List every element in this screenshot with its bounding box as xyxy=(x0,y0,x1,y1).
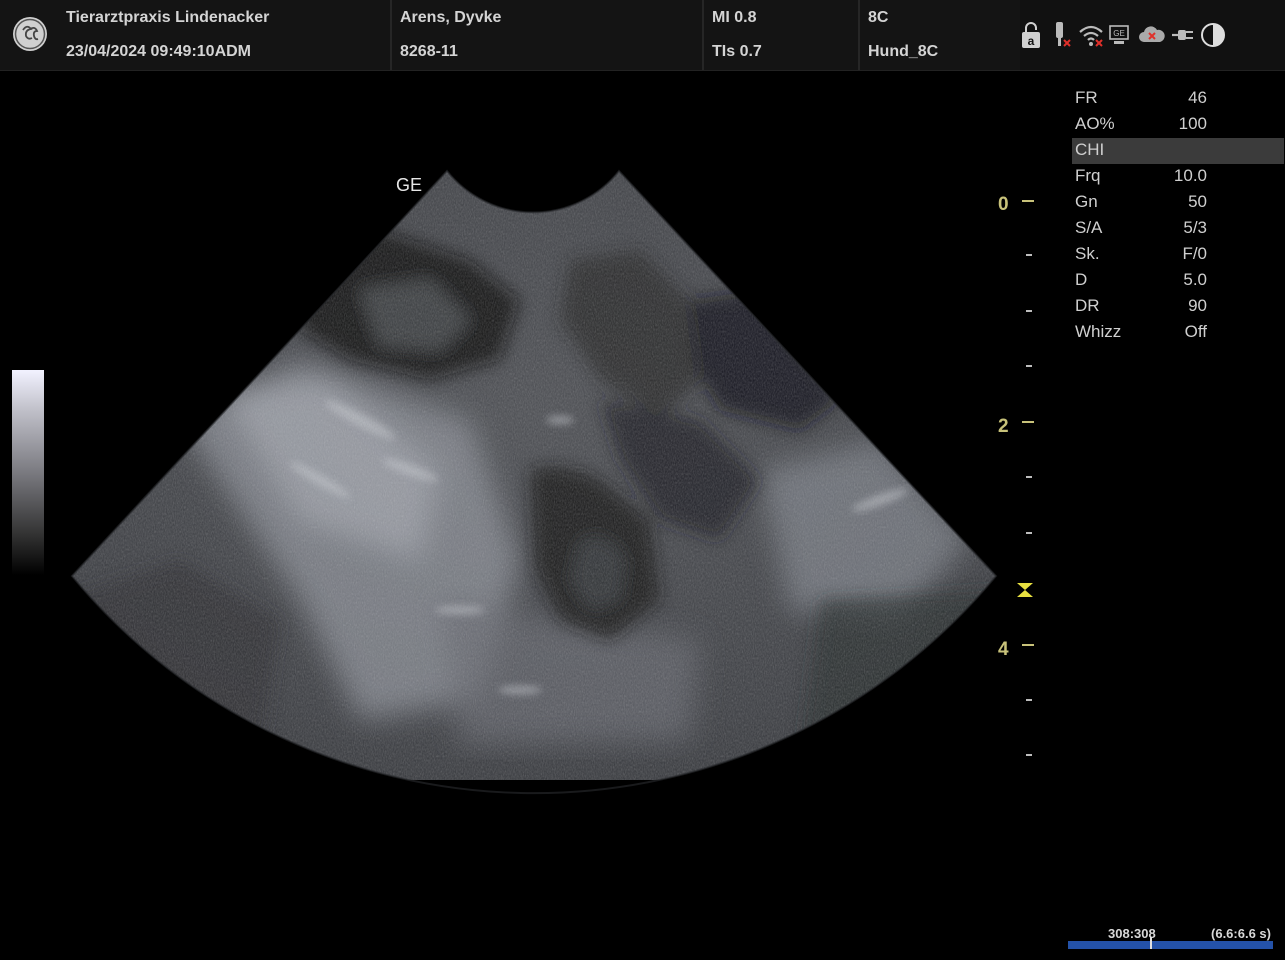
focus-marker-icon[interactable] xyxy=(1016,582,1034,598)
grayscale-bar xyxy=(12,370,44,575)
depth-tick xyxy=(1022,421,1034,423)
depth-tick xyxy=(1026,754,1032,756)
param-sa: S/A 5/3 xyxy=(1072,216,1284,242)
param-value: 46 xyxy=(1188,88,1207,107)
depth-tick xyxy=(1026,532,1032,534)
param-d: D 5.0 xyxy=(1072,268,1284,294)
cine-position-marker[interactable] xyxy=(1150,937,1152,949)
param-value: 50 xyxy=(1188,192,1207,211)
lock-icon[interactable]: a xyxy=(1020,20,1042,50)
param-value: 5/3 xyxy=(1183,218,1207,237)
preset-name: Hund_8C xyxy=(868,43,939,60)
param-key: DR xyxy=(1075,296,1100,315)
param-frq: Frq 10.0 xyxy=(1072,164,1284,190)
param-sk: Sk. F/0 xyxy=(1072,242,1284,268)
ge-logo-icon xyxy=(13,17,47,51)
patient-id: 8268-11 xyxy=(400,43,458,60)
param-value: 90 xyxy=(1188,296,1207,315)
param-fr: FR 46 xyxy=(1072,86,1284,112)
network-status-icon[interactable]: GE xyxy=(1108,20,1132,50)
param-value: 100 xyxy=(1178,114,1207,133)
param-key: D xyxy=(1075,270,1088,289)
param-key: Gn xyxy=(1075,192,1098,211)
cine-track[interactable] xyxy=(1068,941,1273,949)
param-whizz: Whizz Off xyxy=(1072,320,1284,346)
exam-datetime: 23/04/2024 09:49:10ADM xyxy=(66,43,252,60)
depth-tick xyxy=(1026,254,1032,256)
contrast-icon[interactable] xyxy=(1200,20,1226,50)
probe-disconnected-icon[interactable] xyxy=(1050,20,1072,50)
depth-label-2: 2 xyxy=(998,416,1009,437)
ultrasound-screen: Tierarztpraxis Lindenacker 23/04/2024 09… xyxy=(0,0,1285,960)
thermal-index: TIs 0.7 xyxy=(712,43,762,60)
param-value: 5.0 xyxy=(1183,270,1207,289)
cine-frame-counter: 308:308 xyxy=(1108,926,1156,941)
acoustic-index-cell: MI 0.8 TIs 0.7 xyxy=(704,0,860,70)
depth-label-0: 0 xyxy=(998,194,1009,215)
probe-cell[interactable]: 8C Hund_8C xyxy=(860,0,1020,70)
param-value: F/0 xyxy=(1182,244,1207,263)
depth-tick xyxy=(1026,699,1032,701)
clinic-name: Tierarztpraxis Lindenacker xyxy=(66,9,270,26)
wifi-disconnected-icon[interactable] xyxy=(1078,20,1106,50)
patient-name: Arens, Dyvke xyxy=(400,9,502,26)
lock-letter: a xyxy=(1028,34,1035,48)
param-ao: AO% 100 xyxy=(1072,112,1284,138)
param-key: Whizz xyxy=(1075,322,1122,341)
vendor-orientation-mark: GE xyxy=(396,175,423,195)
param-key: Frq xyxy=(1075,166,1101,185)
param-section-chi: CHI xyxy=(1072,138,1284,164)
param-key: Sk. xyxy=(1075,244,1100,263)
param-gn: Gn 50 xyxy=(1072,190,1284,216)
header-bar: Tierarztpraxis Lindenacker 23/04/2024 09… xyxy=(0,0,1285,71)
cloud-disconnected-icon[interactable] xyxy=(1138,20,1166,50)
param-value: 10.0 xyxy=(1173,166,1207,185)
depth-tick xyxy=(1026,310,1032,312)
patient-cell[interactable]: Arens, Dyvke 8268-11 xyxy=(392,0,704,70)
clinic-cell: Tierarztpraxis Lindenacker 23/04/2024 09… xyxy=(0,0,392,70)
cine-loop-bar[interactable]: 308:308 (6.6:6.6 s) xyxy=(1068,922,1273,950)
param-section-label: CHI xyxy=(1075,140,1105,159)
cine-time-counter: (6.6:6.6 s) xyxy=(1211,926,1271,941)
param-dr: DR 90 xyxy=(1072,294,1284,320)
param-key: S/A xyxy=(1075,218,1103,237)
depth-tick xyxy=(1026,365,1032,367)
parameter-panel: FR 46 AO% 100 CHI Frq 10.0 Gn 50 S/A 5/3… xyxy=(1072,86,1284,346)
power-plug-icon[interactable] xyxy=(1170,20,1196,50)
probe-name: 8C xyxy=(868,9,889,26)
depth-tick xyxy=(1022,644,1034,646)
depth-tick xyxy=(1022,200,1034,202)
param-key: AO% xyxy=(1075,114,1115,133)
depth-tick xyxy=(1026,476,1032,478)
param-key: FR xyxy=(1075,88,1098,107)
svg-text:GE: GE xyxy=(1113,29,1125,38)
sector-image xyxy=(72,171,996,780)
depth-label-4: 4 xyxy=(998,639,1009,660)
param-value: Off xyxy=(1184,322,1207,341)
mechanical-index: MI 0.8 xyxy=(712,9,757,26)
